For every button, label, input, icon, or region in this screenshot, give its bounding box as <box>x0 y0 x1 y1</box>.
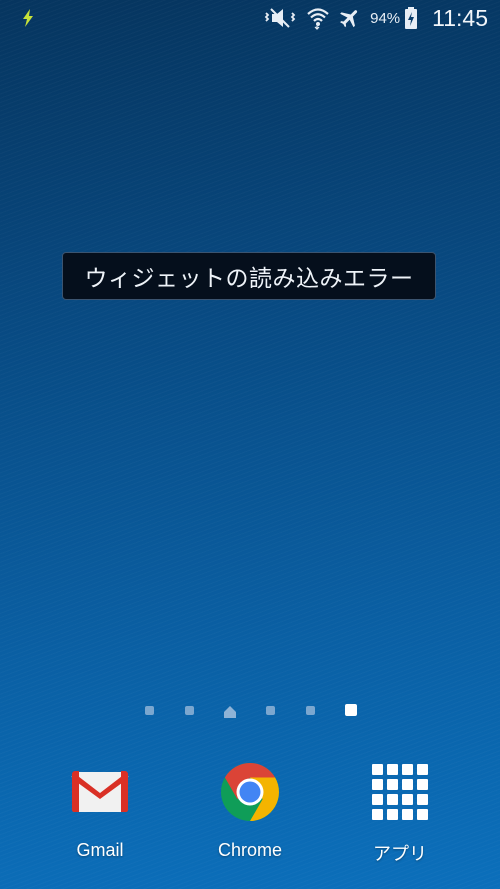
airplane-mode-icon <box>338 6 362 30</box>
dock-app-chrome[interactable]: Chrome <box>195 760 305 861</box>
status-clock: 11:45 <box>432 4 488 31</box>
page-dot[interactable] <box>306 706 315 715</box>
vibrate-muted-icon <box>264 7 298 29</box>
page-dot[interactable] <box>266 706 275 715</box>
battery-charging-icon <box>404 6 418 30</box>
chrome-icon <box>218 760 282 824</box>
gmail-icon <box>68 760 132 824</box>
dock-app-label: Chrome <box>217 840 283 860</box>
page-dot[interactable] <box>185 706 194 715</box>
page-dot-active[interactable] <box>345 704 357 716</box>
widget-error-box[interactable]: ウィジェットの読み込みエラー <box>62 252 436 300</box>
apps-grid-icon <box>368 760 432 824</box>
app-dock: Gmail Chrome アプリ <box>0 760 500 870</box>
home-page-icon[interactable] <box>223 704 237 718</box>
status-bar: 94% 11:45 <box>0 0 500 36</box>
page-dot[interactable] <box>145 706 154 715</box>
battery-percentage: 94% <box>370 9 401 27</box>
dock-app-label: アプリ <box>373 844 427 864</box>
status-icons: 94% 11:45 <box>264 0 488 36</box>
dock-app-gmail[interactable]: Gmail <box>45 760 155 861</box>
wifi-icon <box>306 6 330 30</box>
dock-app-label: Gmail <box>76 840 124 860</box>
widget-error-text: ウィジェットの読み込みエラー <box>84 266 414 292</box>
page-indicator <box>0 704 500 718</box>
dock-app-apps[interactable]: アプリ <box>345 760 455 866</box>
lightning-bolt-icon <box>18 8 38 28</box>
